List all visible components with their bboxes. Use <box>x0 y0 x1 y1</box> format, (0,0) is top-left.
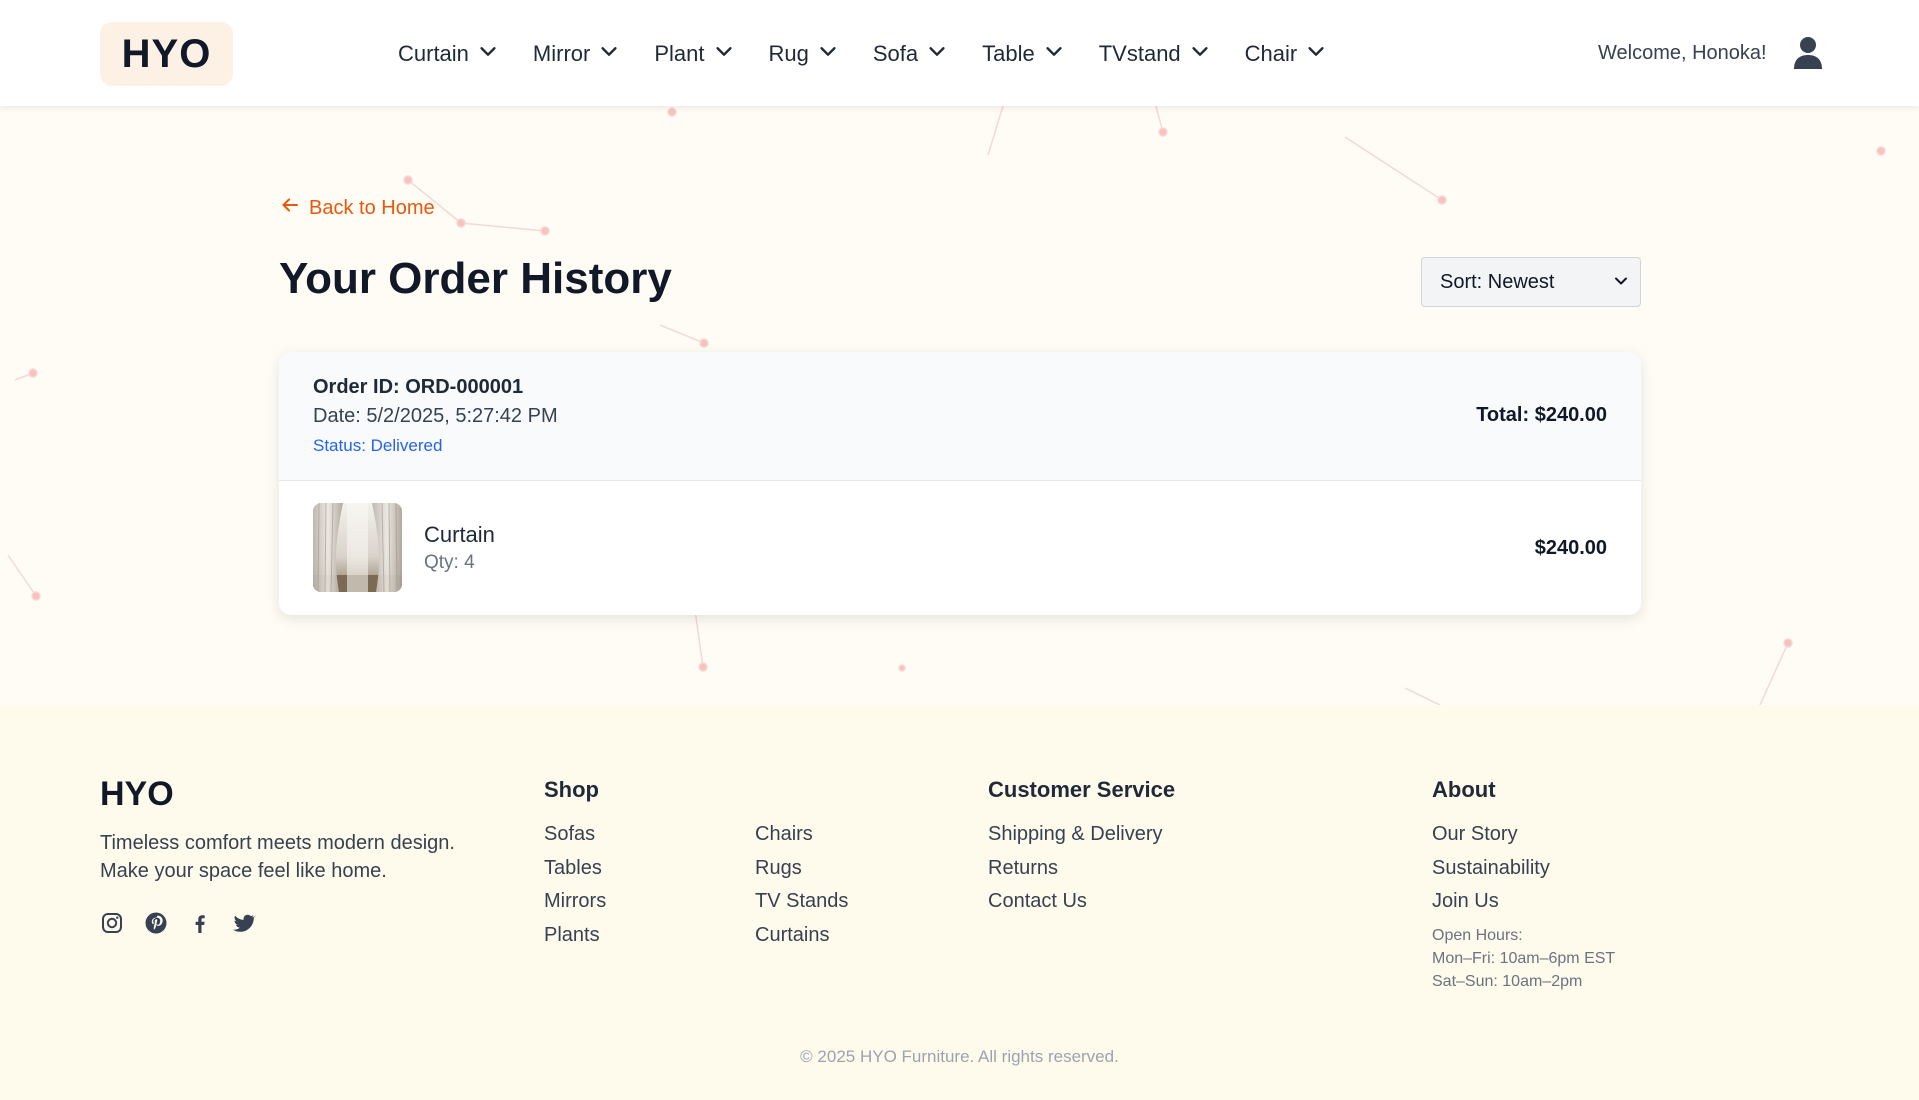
nav-item-chair[interactable]: Chair <box>1245 40 1328 68</box>
order-card: Order ID: ORD-000001 Date: 5/2/2025, 5:2… <box>279 352 1641 615</box>
social-links <box>100 911 256 935</box>
footer-link-chairs[interactable]: Chairs <box>755 823 813 846</box>
footer-service-title: Customer Service <box>988 777 1176 802</box>
back-link-label: Back to Home <box>309 196 435 219</box>
footer-link-rugs[interactable]: Rugs <box>755 857 802 880</box>
nav-label: TVstand <box>1098 41 1181 66</box>
nav-label: Curtain <box>398 41 469 66</box>
chevron-down-icon <box>713 40 735 68</box>
footer-link-sustainability[interactable]: Sustainability <box>1432 857 1550 880</box>
pinterest-icon[interactable] <box>144 911 168 935</box>
chevron-down-icon <box>598 40 620 68</box>
nav-item-table[interactable]: Table <box>982 40 1065 68</box>
chevron-down-icon <box>1189 40 1211 68</box>
arrow-left-icon <box>281 196 299 220</box>
nav-item-curtain[interactable]: Curtain <box>398 40 499 68</box>
order-item-qty: Qty: 4 <box>424 552 475 573</box>
nav-item-sofa[interactable]: Sofa <box>873 40 948 68</box>
footer-link-plants[interactable]: Plants <box>544 924 600 947</box>
main-nav: Curtain Mirror Plant Rug Sofa Table TVst… <box>398 32 1361 76</box>
nav-item-rug[interactable]: Rug <box>769 40 839 68</box>
order-date: Date: 5/2/2025, 5:27:42 PM <box>313 405 558 427</box>
nav-item-plant[interactable]: Plant <box>654 40 734 68</box>
welcome-text: Welcome, Honoka! <box>1598 42 1767 64</box>
footer-link-join-us[interactable]: Join Us <box>1432 890 1499 913</box>
logo[interactable]: HYO <box>100 22 233 86</box>
nav-label: Table <box>982 41 1035 66</box>
order-total: Total: $240.00 <box>1476 404 1607 426</box>
sort-selected-value: Sort: Newest <box>1440 270 1555 293</box>
product-thumbnail-curtain <box>313 503 402 592</box>
order-header: Order ID: ORD-000001 Date: 5/2/2025, 5:2… <box>279 352 1641 481</box>
open-hours: Open Hours: Mon–Fri: 10am–6pm EST Sat–Su… <box>1432 924 1615 993</box>
open-hours-title: Open Hours: <box>1432 927 1523 944</box>
instagram-icon[interactable] <box>100 911 124 935</box>
footer-link-tables[interactable]: Tables <box>544 857 602 880</box>
facebook-icon[interactable] <box>188 911 212 935</box>
nav-label: Sofa <box>872 41 919 66</box>
footer-tagline-line1: Timeless comfort meets modern design. <box>100 832 455 854</box>
order-item-name: Curtain <box>424 522 495 547</box>
footer-link-tv-stands[interactable]: TV Stands <box>755 890 848 913</box>
sort-dropdown[interactable]: Sort: Newest <box>1421 257 1641 307</box>
copyright: © 2025 HYO Furniture. All rights reserve… <box>800 1047 1119 1066</box>
order-status: Status: Delivered <box>313 436 443 455</box>
nav-item-tvstand[interactable]: TVstand <box>1099 40 1211 68</box>
nav-label: Mirror <box>532 41 591 66</box>
nav-item-mirror[interactable]: Mirror <box>533 40 620 68</box>
footer-link-mirrors[interactable]: Mirrors <box>544 890 606 913</box>
footer-link-our-story[interactable]: Our Story <box>1432 823 1518 846</box>
page-title: Your Order History <box>279 254 672 303</box>
order-id: Order ID: ORD-000001 <box>313 376 524 398</box>
open-hours-weekend: Sat–Sun: 10am–2pm <box>1432 973 1583 990</box>
footer-tagline-line2: Make your space feel like home. <box>100 860 387 882</box>
footer-shop-title: Shop <box>544 777 599 802</box>
footer-link-sofas[interactable]: Sofas <box>544 823 595 846</box>
footer-link-returns[interactable]: Returns <box>988 857 1058 880</box>
open-hours-weekday: Mon–Fri: 10am–6pm EST <box>1432 950 1616 967</box>
back-to-home-link[interactable]: Back to Home <box>281 196 435 220</box>
footer-link-curtains[interactable]: Curtains <box>755 924 829 947</box>
site-footer: HYO Timeless comfort meets modern design… <box>0 705 1919 1100</box>
footer-link-contact[interactable]: Contact Us <box>988 890 1087 913</box>
chevron-down-icon <box>817 40 839 68</box>
nav-label: Rug <box>768 41 809 66</box>
nav-label: Chair <box>1244 41 1298 66</box>
footer-link-shipping[interactable]: Shipping & Delivery <box>988 823 1163 846</box>
user-icon[interactable] <box>1792 36 1824 70</box>
chevron-down-icon <box>1043 40 1065 68</box>
footer-tagline: Timeless comfort meets modern design. Ma… <box>100 829 500 885</box>
chevron-down-icon <box>1614 271 1628 294</box>
chevron-down-icon <box>1305 40 1327 68</box>
nav-label: Plant <box>654 41 705 66</box>
chevron-down-icon <box>477 40 499 68</box>
twitter-icon[interactable] <box>232 911 256 935</box>
chevron-down-icon <box>926 40 948 68</box>
order-item-price: $240.00 <box>1534 537 1607 559</box>
site-header: HYO Curtain Mirror Plant Rug Sofa Table … <box>0 0 1919 106</box>
footer-brand: HYO <box>100 775 174 813</box>
footer-about-title: About <box>1432 777 1496 802</box>
order-history-page: Back to Home Your Order History Sort: Ne… <box>0 106 1919 705</box>
